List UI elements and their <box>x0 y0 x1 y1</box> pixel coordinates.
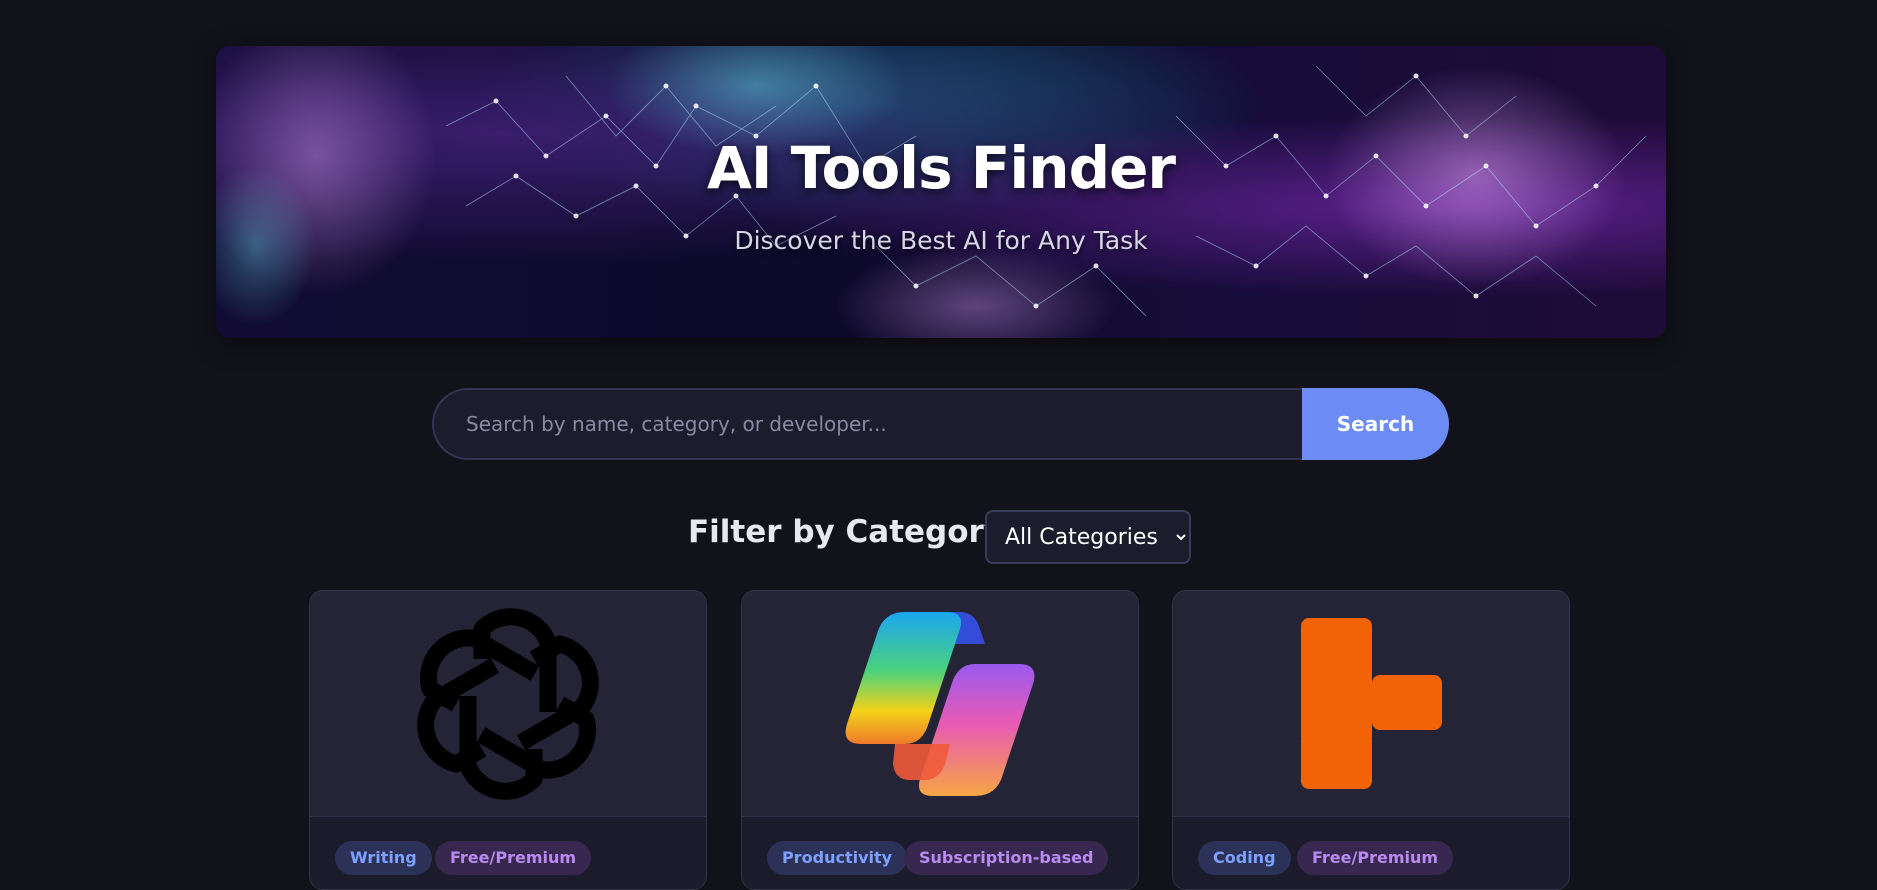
pricing-tag: Free/Premium <box>435 841 592 875</box>
openai-logo-icon <box>393 607 623 819</box>
category-tag[interactable]: Writing <box>335 841 432 875</box>
replit-logo-icon <box>1300 618 1442 789</box>
tool-logo-area <box>742 591 1138 816</box>
page-subtitle: Discover the Best AI for Any Task <box>734 226 1148 255</box>
pricing-tag: Free/Premium <box>1297 841 1454 875</box>
filter-label: Filter by Category: <box>688 514 1017 550</box>
tool-card[interactable]: Coding Free/Premium <box>1172 590 1570 890</box>
copilot-logo-icon <box>845 611 1035 796</box>
tool-logo-area <box>1173 591 1569 816</box>
tool-card[interactable]: Productivity Subscription-based <box>741 590 1139 890</box>
search-input[interactable] <box>432 388 1302 460</box>
search-button[interactable]: Search <box>1302 388 1449 460</box>
page-title: AI Tools Finder <box>706 134 1176 202</box>
category-tag[interactable]: Coding <box>1198 841 1291 875</box>
tool-logo-area <box>310 591 706 816</box>
hero-banner: AI Tools Finder Discover the Best AI for… <box>216 46 1666 338</box>
search-bar: Search <box>432 388 1449 460</box>
pricing-tag: Subscription-based <box>904 841 1109 875</box>
category-tag[interactable]: Productivity <box>767 841 908 875</box>
category-filter-select[interactable]: All Categories <box>985 510 1191 564</box>
tool-card[interactable]: Writing Free/Premium <box>309 590 707 890</box>
